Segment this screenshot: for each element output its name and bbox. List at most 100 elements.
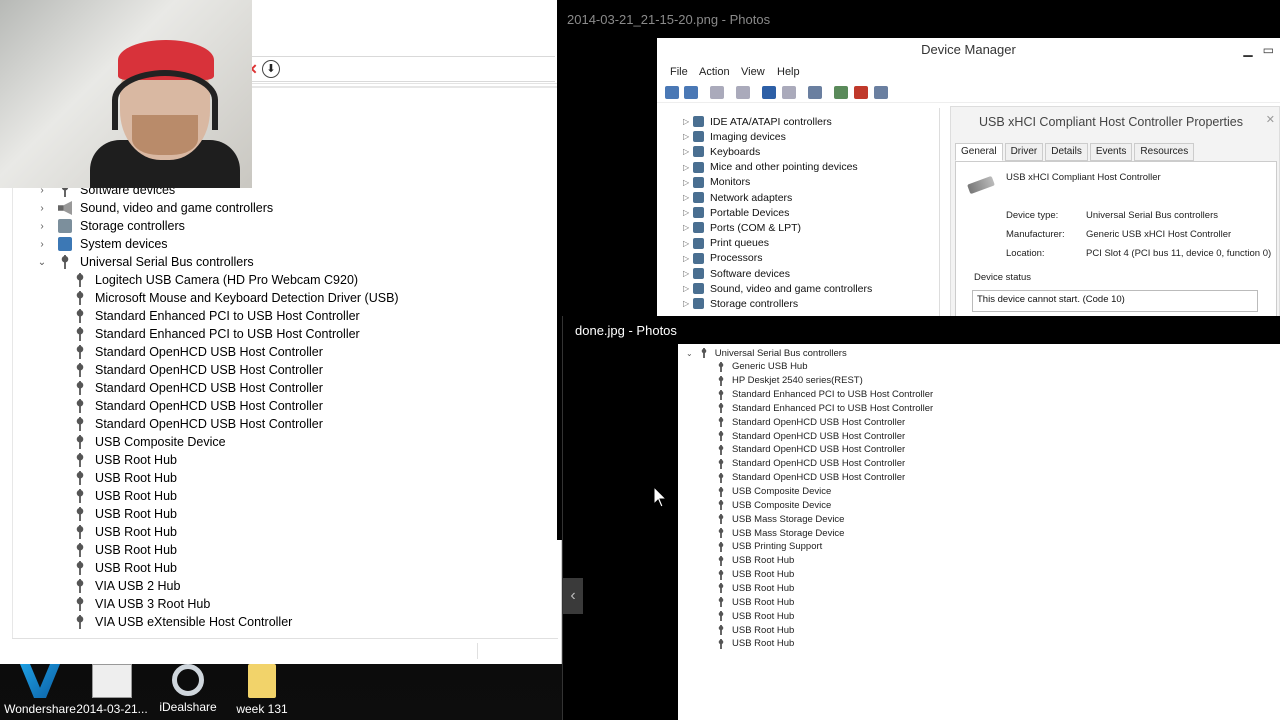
device-item: USB Root Hub <box>718 568 794 582</box>
device-item[interactable]: Standard OpenHCD USB Host Controller <box>76 397 323 415</box>
usb-icon <box>718 472 724 483</box>
tree-item-label: USB Root Hub <box>95 453 177 467</box>
add-hardware-icon <box>874 86 888 99</box>
category-icon <box>693 237 704 249</box>
usb-icon <box>718 500 724 511</box>
dm-category-label: Network adapters <box>710 191 793 204</box>
usb-icon <box>718 528 724 539</box>
category-item[interactable]: › Sound, video and game controllers <box>36 199 273 217</box>
device-label: USB Root Hub <box>732 638 795 650</box>
chevron-down-icon[interactable]: ⌄ <box>36 257 48 268</box>
device-item: Standard OpenHCD USB Host Controller <box>718 415 905 429</box>
device-item[interactable]: USB Composite Device <box>76 433 226 451</box>
category-item[interactable]: › Storage controllers <box>36 217 185 235</box>
category-icon <box>693 222 704 234</box>
device-item[interactable]: Standard Enhanced PCI to USB Host Contro… <box>76 325 360 343</box>
usb-icon <box>718 403 724 414</box>
category-icon <box>693 283 704 295</box>
dm-category-label: Imaging devices <box>710 130 786 143</box>
forward-icon <box>684 86 698 99</box>
address-bar[interactable]: ✕ ⬇ <box>246 56 555 82</box>
category-icon <box>693 161 704 173</box>
device-item[interactable]: Standard OpenHCD USB Host Controller <box>76 379 323 397</box>
chevron-right-icon: ▷ <box>683 238 690 248</box>
tree-icon <box>710 86 724 99</box>
chevron-right-icon: ▷ <box>683 223 690 233</box>
device-item: USB Root Hub <box>718 595 794 609</box>
dm-category-item: ▷ Ports (COM & LPT) <box>683 220 801 235</box>
usb-icon <box>718 431 724 442</box>
properties-title: USB xHCI Compliant Host Controller Prope… <box>979 115 1243 129</box>
device-item: Standard OpenHCD USB Host Controller <box>718 443 905 457</box>
toolbar <box>657 83 1280 103</box>
download-icon[interactable]: ⬇ <box>262 60 280 78</box>
usb-icon <box>58 255 72 269</box>
chevron-right-icon: ▷ <box>683 132 690 142</box>
device-label: USB Root Hub <box>732 569 795 581</box>
device-item[interactable]: USB Root Hub <box>76 487 177 505</box>
tab-details: Details <box>1045 143 1088 161</box>
horizontal-scrollbar[interactable] <box>12 638 558 662</box>
device-item: USB Composite Device <box>718 498 831 512</box>
device-item[interactable]: Microsoft Mouse and Keyboard Detection D… <box>76 289 399 307</box>
device-label: Standard OpenHCD USB Host Controller <box>732 430 906 442</box>
desktop-icon-label: week 131 <box>236 702 288 716</box>
device-item[interactable]: VIA USB 3 Root Hub <box>76 595 210 613</box>
tree-item-label: Sound, video and game controllers <box>80 201 274 215</box>
dm-category-item: ▷ Sound, video and game controllers <box>683 281 872 296</box>
dm-category-item: ▷ Mice and other pointing devices <box>683 160 858 175</box>
location-label: Location: <box>1006 248 1045 259</box>
usb-icon <box>76 399 84 413</box>
properties-tabs: General Driver Details Events Resources <box>955 143 1196 161</box>
usb-icon <box>700 348 707 358</box>
device-item: Standard Enhanced PCI to USB Host Contro… <box>718 388 933 402</box>
desktop-icon-week131[interactable]: week 131 <box>222 664 302 716</box>
device-item[interactable]: USB Root Hub <box>76 523 177 541</box>
device-item[interactable]: USB Root Hub <box>76 505 177 523</box>
device-item[interactable]: Standard OpenHCD USB Host Controller <box>76 343 323 361</box>
device-item[interactable]: VIA USB 2 Hub <box>76 577 180 595</box>
device-item[interactable]: Logitech USB Camera (HD Pro Webcam C920) <box>76 271 358 289</box>
device-label: HP Deskjet 2540 series(REST) <box>732 375 863 387</box>
dm-category-item: ▷ Keyboards <box>683 144 761 159</box>
chevron-right-icon: ▷ <box>683 193 690 202</box>
previous-photo-button[interactable]: ‹ <box>563 578 583 614</box>
device-item[interactable]: USB Root Hub <box>76 559 177 577</box>
desktop-icon-idealshare[interactable]: iDealshare <box>148 664 228 714</box>
tab-resources: Resources <box>1134 143 1195 161</box>
dm-category-label: Software devices <box>710 267 790 280</box>
device-item[interactable]: VIA USB eXtensible Host Controller <box>76 613 292 631</box>
chevron-right-icon[interactable]: › <box>36 221 48 232</box>
usb-icon <box>76 309 84 323</box>
device-item[interactable]: Standard OpenHCD USB Host Controller <box>76 361 323 379</box>
device-item: USB Root Hub <box>718 609 794 623</box>
category-item[interactable]: ⌄ Universal Serial Bus controllers <box>36 253 254 271</box>
headset-icon <box>112 70 218 130</box>
device-item[interactable]: USB Root Hub <box>76 469 177 487</box>
device-status-label: Device status <box>974 272 1032 283</box>
device-item: USB Printing Support <box>718 540 822 554</box>
desktop-icon-screenshot[interactable]: 2014-03-21... <box>72 664 152 716</box>
device-item: USB Root Hub <box>718 554 794 568</box>
device-item: Standard OpenHCD USB Host Controller <box>718 457 905 471</box>
manufacturer-value: Generic USB xHCI Host Controller <box>1086 229 1232 240</box>
system-icon <box>58 237 72 251</box>
chevron-right-icon[interactable]: › <box>36 203 48 214</box>
usb-icon <box>718 541 724 552</box>
device-label: Standard OpenHCD USB Host Controller <box>732 416 906 428</box>
device-type-value: Universal Serial Bus controllers <box>1086 210 1218 221</box>
device-item[interactable]: Standard OpenHCD USB Host Controller <box>76 415 323 433</box>
dm-category-item: ▷ Processors <box>683 251 763 266</box>
chevron-right-icon[interactable]: › <box>36 239 48 250</box>
desktop-icon-wondershare[interactable]: Wondershare <box>0 664 80 716</box>
usb-icon <box>76 615 84 629</box>
device-item[interactable]: Standard Enhanced PCI to USB Host Contro… <box>76 307 360 325</box>
category-item[interactable]: › System devices <box>36 235 168 253</box>
device-item[interactable]: USB Root Hub <box>76 541 177 559</box>
usb-icon <box>76 345 84 359</box>
device-item[interactable]: USB Root Hub <box>76 451 177 469</box>
category-icon <box>693 131 704 143</box>
device-label: USB Root Hub <box>732 596 795 608</box>
dm-category-item: ▷ Imaging devices <box>683 129 786 144</box>
dm-category-label: Keyboards <box>710 145 761 158</box>
